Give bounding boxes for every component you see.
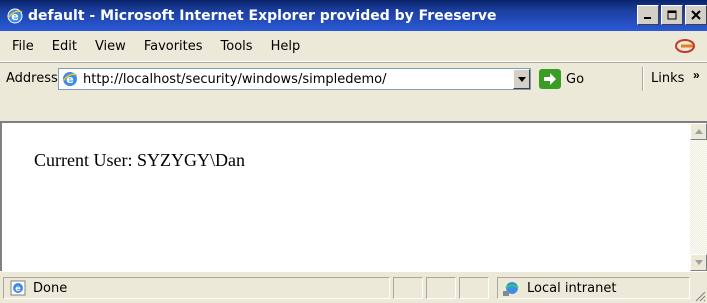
status-text: Done bbox=[33, 280, 68, 296]
status-panel bbox=[459, 277, 489, 299]
menu-view[interactable]: View bbox=[86, 39, 135, 54]
menu-tools[interactable]: Tools bbox=[212, 39, 262, 54]
freeserve-logo-icon bbox=[675, 38, 697, 54]
close-icon[interactable] bbox=[685, 5, 707, 25]
vertical-scrollbar[interactable] bbox=[690, 123, 707, 271]
links-button[interactable]: Links bbox=[651, 71, 684, 86]
address-label: Address bbox=[6, 71, 58, 86]
scroll-up-icon[interactable] bbox=[690, 123, 707, 140]
security-zone-panel[interactable]: Local intranet bbox=[497, 277, 690, 299]
go-button[interactable]: Go bbox=[539, 68, 584, 90]
page-icon: e bbox=[61, 70, 79, 88]
menu-edit[interactable]: Edit bbox=[43, 39, 86, 54]
go-label[interactable]: Go bbox=[566, 72, 584, 87]
status-panel bbox=[393, 277, 423, 299]
window-title: default - Microsoft Internet Explorer pr… bbox=[28, 7, 497, 24]
page-content: Current User: SYZYGY\Dan bbox=[0, 121, 707, 271]
menu-bar: File Edit View Favorites Tools Help bbox=[0, 31, 707, 62]
status-panel bbox=[426, 277, 456, 299]
scroll-track[interactable] bbox=[690, 140, 707, 254]
menu-file[interactable]: File bbox=[0, 39, 43, 54]
go-arrow-icon[interactable] bbox=[539, 69, 561, 89]
menu-favorites[interactable]: Favorites bbox=[135, 39, 212, 54]
title-bar[interactable]: e default - Microsoft Internet Explorer … bbox=[0, 0, 707, 31]
resize-grip-icon[interactable] bbox=[694, 290, 706, 302]
zone-text: Local intranet bbox=[527, 280, 617, 296]
scroll-down-icon[interactable] bbox=[690, 254, 707, 271]
links-chevron-icon[interactable]: » bbox=[693, 68, 700, 82]
page-done-icon: e bbox=[9, 279, 27, 297]
links-separator bbox=[642, 67, 644, 91]
ie-icon[interactable]: e bbox=[6, 7, 24, 25]
address-toolbar: Address e http://localhost/security/wind… bbox=[0, 62, 707, 120]
svg-text:e: e bbox=[15, 284, 21, 293]
address-url[interactable]: http://localhost/security/windows/simple… bbox=[83, 72, 386, 87]
status-bar: e Done Local intranet bbox=[0, 271, 707, 303]
address-input[interactable]: e http://localhost/security/windows/simp… bbox=[58, 68, 531, 90]
status-text-panel: e Done bbox=[3, 277, 390, 299]
browser-window: e default - Microsoft Internet Explorer … bbox=[0, 0, 707, 303]
menu-help[interactable]: Help bbox=[262, 39, 310, 54]
maximize-icon[interactable] bbox=[661, 5, 683, 25]
minimize-icon[interactable] bbox=[637, 5, 659, 25]
current-user-text: Current User: SYZYGY\Dan bbox=[34, 150, 245, 170]
address-dropdown-icon[interactable] bbox=[513, 69, 530, 89]
intranet-icon bbox=[501, 279, 523, 297]
